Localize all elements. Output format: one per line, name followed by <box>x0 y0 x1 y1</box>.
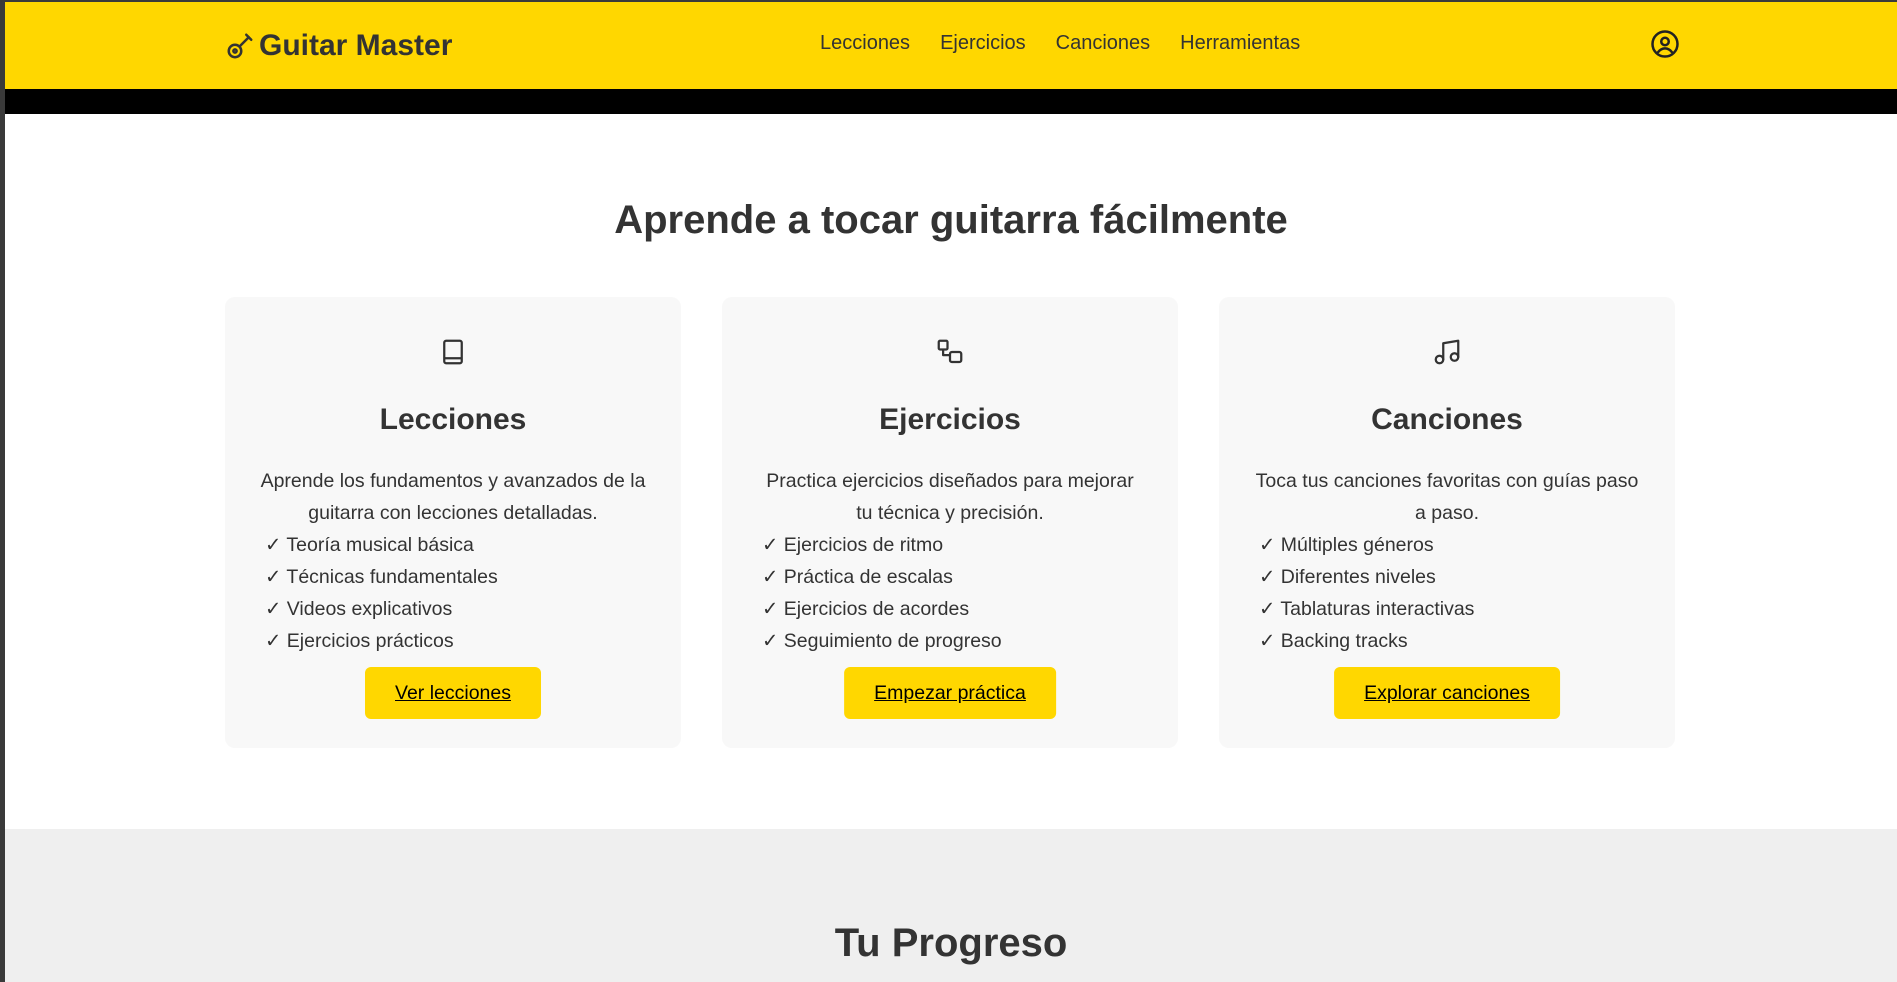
nav-link-herramientas[interactable]: Herramientas <box>1180 32 1300 55</box>
card-title: Ejercicios <box>879 403 1021 436</box>
feature-item: Teoría musical básica <box>265 529 498 561</box>
guitar-icon <box>227 33 253 59</box>
brand-name: Guitar Master <box>259 29 453 62</box>
card-lecciones: Lecciones Aprende los fundamentos y avan… <box>225 297 681 748</box>
card-title: Canciones <box>1371 403 1523 436</box>
card-canciones: Canciones Toca tus canciones favoritas c… <box>1219 297 1675 748</box>
page: Guitar Master Lecciones Ejercicios Canci… <box>5 2 1897 982</box>
feature-item: Ejercicios de acordes <box>762 593 1002 625</box>
feature-list: Ejercicios de ritmo Práctica de escalas … <box>762 529 1002 657</box>
feature-item: Técnicas fundamentales <box>265 561 497 593</box>
feature-item: Ejercicios de ritmo <box>762 529 1002 561</box>
progress-title: Tu Progreso <box>834 921 1068 965</box>
brand-logo[interactable]: Guitar Master <box>225 26 452 66</box>
feature-item: Diferentes niveles <box>1259 561 1474 593</box>
feature-item: Backing tracks <box>1259 625 1474 657</box>
exercise-icon <box>937 339 963 364</box>
feature-item: Múltiples géneros <box>1259 529 1474 561</box>
card-description: Practica ejercicios diseñados para mejor… <box>766 470 1134 524</box>
progress-section: Tu Progreso <box>5 829 1897 982</box>
explorar-canciones-button[interactable]: Explorar canciones <box>1334 667 1560 719</box>
card-description: Toca tus canciones favoritas con guías p… <box>1255 470 1639 524</box>
feature-item: Práctica de escalas <box>762 561 1002 593</box>
card-title: Lecciones <box>379 403 527 436</box>
book-icon <box>443 339 463 365</box>
card-description: Aprende los fundamentos y avanzados de l… <box>260 470 646 524</box>
feature-list: Teoría musical básica Técnicas fundament… <box>265 529 498 657</box>
feature-item: Tablaturas interactivas <box>1259 593 1474 625</box>
header-divider-band <box>5 89 1897 114</box>
feature-list: Múltiples géneros Diferentes niveles Tab… <box>1259 529 1474 657</box>
card-ejercicios: Ejercicios Practica ejercicios diseñados… <box>722 297 1178 748</box>
feature-item: Videos explicativos <box>265 593 498 625</box>
main-nav: Lecciones Ejercicios Canciones Herramien… <box>820 32 1300 55</box>
feature-item: Seguimiento de progreso <box>762 625 1002 657</box>
hero-title: Aprende a tocar guitarra fácilmente <box>614 198 1288 242</box>
ver-lecciones-button[interactable]: Ver lecciones <box>365 667 541 719</box>
music-note-icon <box>1434 339 1460 365</box>
nav-link-canciones[interactable]: Canciones <box>1056 32 1151 55</box>
navbar: Guitar Master Lecciones Ejercicios Canci… <box>5 2 1897 89</box>
user-circle-icon[interactable] <box>1650 29 1680 59</box>
empezar-practica-button[interactable]: Empezar práctica <box>844 667 1056 719</box>
feature-item: Ejercicios prácticos <box>265 625 498 657</box>
nav-link-lecciones[interactable]: Lecciones <box>820 32 910 55</box>
nav-link-ejercicios[interactable]: Ejercicios <box>940 32 1026 55</box>
